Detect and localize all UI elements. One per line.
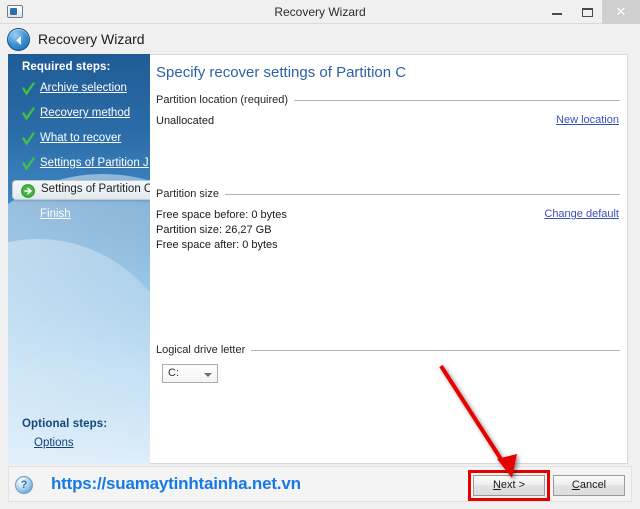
close-button[interactable]: ✕ bbox=[602, 0, 640, 24]
group-divider bbox=[294, 99, 620, 101]
window-controls: ✕ bbox=[542, 0, 640, 24]
green-arrow-icon bbox=[21, 184, 35, 198]
back-button[interactable] bbox=[7, 28, 30, 51]
sidebar-item-label: Archive selection bbox=[40, 82, 127, 94]
checkmark-icon bbox=[22, 107, 35, 121]
close-icon: ✕ bbox=[615, 4, 627, 19]
help-question-icon[interactable]: ? bbox=[15, 476, 33, 494]
change-default-link[interactable]: Change default bbox=[544, 208, 619, 220]
sidebar-item-label: Settings of Partition J bbox=[40, 157, 149, 169]
partition-size-value: Partition size: 26,27 GB bbox=[156, 224, 272, 236]
new-location-link[interactable]: New location bbox=[556, 114, 619, 126]
cancel-button[interactable]: Cancel bbox=[553, 475, 625, 496]
sidebar-item-settings-of-partition-j[interactable]: Settings of Partition J bbox=[14, 155, 150, 174]
wizard-name-label: Recovery Wizard bbox=[38, 31, 145, 47]
group-header: Logical drive letter bbox=[156, 343, 620, 357]
required-steps-heading: Required steps: bbox=[22, 61, 111, 73]
sidebar-item-label: Recovery method bbox=[40, 107, 131, 119]
group-label: Partition location (required) bbox=[156, 94, 289, 106]
sidebar-item-label: Settings of Partition C bbox=[41, 183, 150, 195]
sidebar-item-label: What to recover bbox=[40, 132, 122, 144]
watermark-text: https://suamaytinhtainha.net.vn bbox=[51, 474, 301, 493]
group-label: Logical drive letter bbox=[156, 344, 246, 356]
recovery-wizard-window: Recovery Wizard ✕ Recovery Wizard Requir… bbox=[0, 0, 640, 509]
group-partition-size: Partition size Free space before: 0 byte… bbox=[156, 187, 620, 253]
group-logical-drive-letter: Logical drive letter C: bbox=[156, 343, 620, 388]
group-body: C: bbox=[156, 364, 620, 388]
sidebar-item-finish[interactable]: Finish bbox=[14, 206, 150, 225]
steps-sidebar: Required steps: Archive selection Recove… bbox=[8, 54, 150, 464]
content-panel: Specify recover settings of Partition C … bbox=[150, 54, 628, 464]
sidebar-item-settings-of-partition-c[interactable]: Settings of Partition C bbox=[12, 180, 150, 200]
back-navigation-bar: Recovery Wizard bbox=[0, 24, 640, 54]
title-bar: Recovery Wizard ✕ bbox=[0, 0, 640, 24]
minimize-button[interactable] bbox=[542, 0, 572, 24]
group-body: Free space before: 0 bytes Partition siz… bbox=[156, 208, 620, 253]
maximize-icon bbox=[582, 8, 593, 17]
sidebar-item-archive-selection[interactable]: Archive selection bbox=[14, 80, 150, 99]
page-title: Specify recover settings of Partition C bbox=[156, 64, 407, 81]
sidebar-item-recovery-method[interactable]: Recovery method bbox=[14, 105, 150, 124]
group-header: Partition size bbox=[156, 187, 620, 201]
group-header: Partition location (required) bbox=[156, 93, 620, 107]
minimize-icon bbox=[552, 13, 562, 15]
group-label: Partition size bbox=[156, 188, 219, 200]
sidebar-item-options[interactable]: Options bbox=[34, 437, 74, 449]
checkmark-icon bbox=[22, 157, 35, 171]
free-space-after-value: Free space after: 0 bytes bbox=[156, 239, 278, 251]
checkmark-icon bbox=[22, 82, 35, 96]
sidebar-item-label: Finish bbox=[40, 208, 71, 220]
optional-steps-heading: Optional steps: bbox=[22, 418, 108, 430]
next-button[interactable]: Next > bbox=[473, 475, 545, 496]
group-body: Unallocated New location bbox=[156, 114, 620, 129]
maximize-button[interactable] bbox=[572, 0, 602, 24]
partition-location-value: Unallocated bbox=[156, 115, 215, 127]
group-partition-location: Partition location (required) Unallocate… bbox=[156, 93, 620, 129]
group-divider bbox=[224, 193, 620, 195]
drive-letter-select[interactable]: C: bbox=[162, 364, 218, 383]
sidebar-item-what-to-recover[interactable]: What to recover bbox=[14, 130, 150, 149]
sidebar-decoration-2 bbox=[8, 239, 150, 464]
group-divider bbox=[251, 349, 620, 351]
footer-bar: ? https://suamaytinhtainha.net.vn Next >… bbox=[8, 466, 632, 502]
chevron-down-icon bbox=[204, 373, 212, 377]
drive-letter-value: C: bbox=[168, 367, 179, 379]
back-arrow-icon bbox=[16, 36, 21, 45]
checkmark-icon bbox=[22, 132, 35, 146]
